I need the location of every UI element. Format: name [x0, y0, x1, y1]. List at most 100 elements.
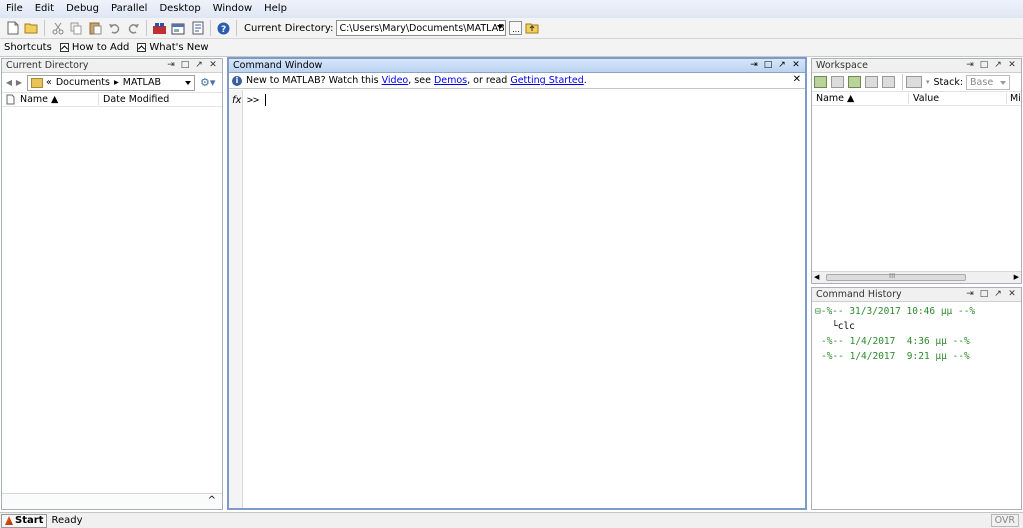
stack-label: Stack: [933, 76, 964, 88]
current-directory-value: C:\Users\Mary\Documents\MATLAB [339, 22, 505, 34]
menu-parallel[interactable]: Parallel [105, 0, 153, 18]
history-session-header[interactable]: ⊟-%-- 31/3/2017 10:46 μμ --% [815, 306, 975, 317]
back-arrow-icon[interactable]: ◀ [4, 78, 14, 87]
address-bar[interactable]: « Documents ▸ MATLAB [27, 74, 195, 91]
column-header-name[interactable]: Name ▲ [812, 93, 908, 104]
toolbar-separator [902, 74, 903, 90]
shortcuts-menu[interactable]: Shortcuts [4, 42, 52, 53]
column-name-label: Name ▲ [20, 94, 59, 105]
up-folder-icon[interactable] [524, 20, 540, 36]
info-icon: i [232, 75, 242, 86]
banner-text-prefix: New to MATLAB? Watch this [246, 75, 382, 86]
column-header-name[interactable]: Name ▲ [2, 94, 98, 105]
command-history-panel: Command History ⇥ □ ↗ ✕ ⊟-%-- 31/3/2017 … [811, 287, 1022, 510]
getting-started-link[interactable]: Getting Started [510, 75, 583, 86]
panel-controls: ⇥ □ ↗ ✕ [963, 60, 1019, 71]
folder-icon [31, 77, 43, 88]
scrollbar-thumb[interactable]: III [826, 272, 966, 281]
cut-icon[interactable] [50, 20, 66, 36]
maximize-icon[interactable]: □ [977, 289, 991, 300]
start-button[interactable]: Start [1, 513, 48, 528]
command-window-titlebar: Command Window ⇥ □ ↗ ✕ [229, 59, 805, 73]
delete-variable-icon[interactable] [882, 76, 895, 88]
scroll-left-icon[interactable]: ◀ [814, 273, 819, 281]
dock-icon[interactable]: ⇥ [963, 289, 977, 300]
save-workspace-icon[interactable] [865, 76, 878, 88]
video-link[interactable]: Video [382, 75, 409, 86]
column-header-date-modified[interactable]: Date Modified [98, 94, 169, 105]
details-pane-toggle[interactable]: ^ [2, 493, 222, 509]
new-variable-icon[interactable] [814, 76, 827, 88]
chevron-down-icon[interactable] [1000, 80, 1007, 85]
address-separator[interactable]: ▸ [114, 77, 119, 88]
horizontal-scrollbar[interactable]: ◀ III ▶ [812, 271, 1021, 283]
stack-select[interactable]: Base [966, 74, 1011, 90]
menu-edit[interactable]: Edit [29, 0, 60, 18]
close-icon[interactable]: ✕ [206, 60, 220, 71]
shortcut-arrow-icon [59, 43, 69, 52]
menu-desktop[interactable]: Desktop [153, 0, 206, 18]
chevron-down-icon[interactable] [497, 25, 504, 29]
forward-arrow-icon[interactable]: ▶ [14, 78, 24, 87]
undock-icon[interactable]: ↗ [991, 60, 1005, 71]
command-prompt: >> [247, 95, 260, 106]
dock-icon[interactable]: ⇥ [164, 60, 178, 71]
menu-file[interactable]: File [0, 0, 29, 18]
gear-icon[interactable]: ⚙▾ [200, 76, 215, 89]
paste-icon[interactable] [88, 20, 104, 36]
address-overflow[interactable]: « [46, 77, 52, 88]
function-browser-icon[interactable]: fx [232, 95, 241, 106]
close-icon[interactable]: ✕ [1005, 60, 1019, 71]
import-data-icon[interactable] [848, 76, 861, 88]
maximize-icon[interactable]: □ [977, 60, 991, 71]
address-segment-documents[interactable]: Documents [56, 77, 110, 88]
chevron-down-icon[interactable]: ▾ [926, 78, 930, 86]
chevron-up-icon[interactable]: ^ [208, 495, 216, 506]
new-file-icon[interactable] [5, 20, 21, 36]
menu-help[interactable]: Help [258, 0, 293, 18]
menu-debug[interactable]: Debug [60, 0, 105, 18]
dock-icon[interactable]: ⇥ [963, 60, 977, 71]
plot-selection-icon[interactable] [906, 76, 922, 88]
demos-link[interactable]: Demos [434, 75, 467, 86]
file-list-header: Name ▲ Date Modified [2, 93, 222, 107]
undock-icon[interactable]: ↗ [775, 60, 789, 71]
stack-value: Base [970, 76, 994, 88]
whats-new-link[interactable]: What's New [137, 42, 209, 53]
panel-controls: ⇥ □ ↗ ✕ [747, 60, 803, 71]
column-header-value[interactable]: Value [908, 93, 1006, 104]
undock-icon[interactable]: ↗ [991, 289, 1005, 300]
how-to-add-link[interactable]: How to Add [59, 42, 129, 53]
scroll-right-icon[interactable]: ▶ [1014, 273, 1019, 281]
command-history-titlebar: Command History ⇥ □ ↗ ✕ [812, 288, 1021, 302]
maximize-icon[interactable]: □ [178, 60, 192, 71]
close-icon[interactable]: ✕ [789, 60, 803, 71]
copy-icon[interactable] [69, 20, 85, 36]
chevron-down-icon[interactable] [185, 80, 191, 85]
panel-title: Command Window [233, 60, 323, 71]
undock-icon[interactable]: ↗ [192, 60, 206, 71]
history-command-item[interactable]: └clc [832, 321, 855, 332]
open-folder-icon[interactable] [24, 20, 40, 36]
profiler-icon[interactable] [190, 20, 206, 36]
scroll-grip: III [889, 272, 896, 280]
simulink-icon[interactable] [152, 20, 168, 36]
menu-bar: File Edit Debug Parallel Desktop Window … [0, 0, 1023, 18]
redo-icon[interactable] [126, 20, 142, 36]
undo-icon[interactable] [107, 20, 123, 36]
column-header-min[interactable]: Mi [1006, 93, 1021, 104]
menu-window[interactable]: Window [207, 0, 258, 18]
command-input-area[interactable]: fx >> [229, 90, 805, 508]
history-session-header[interactable]: -%-- 1/4/2017 4:36 μμ --% [821, 336, 970, 347]
browse-folder-button[interactable]: ... [509, 21, 523, 35]
close-icon[interactable]: ✕ [1005, 289, 1019, 300]
address-segment-matlab[interactable]: MATLAB [123, 77, 161, 88]
guide-icon[interactable] [171, 20, 187, 36]
help-icon[interactable]: ? [216, 20, 232, 36]
dock-icon[interactable]: ⇥ [747, 60, 761, 71]
open-variable-icon[interactable] [831, 76, 844, 88]
current-directory-combo[interactable]: C:\Users\Mary\Documents\MATLAB [336, 20, 507, 36]
close-icon[interactable]: ✕ [793, 74, 801, 85]
history-session-header[interactable]: -%-- 1/4/2017 9:21 μμ --% [821, 351, 970, 362]
maximize-icon[interactable]: □ [761, 60, 775, 71]
